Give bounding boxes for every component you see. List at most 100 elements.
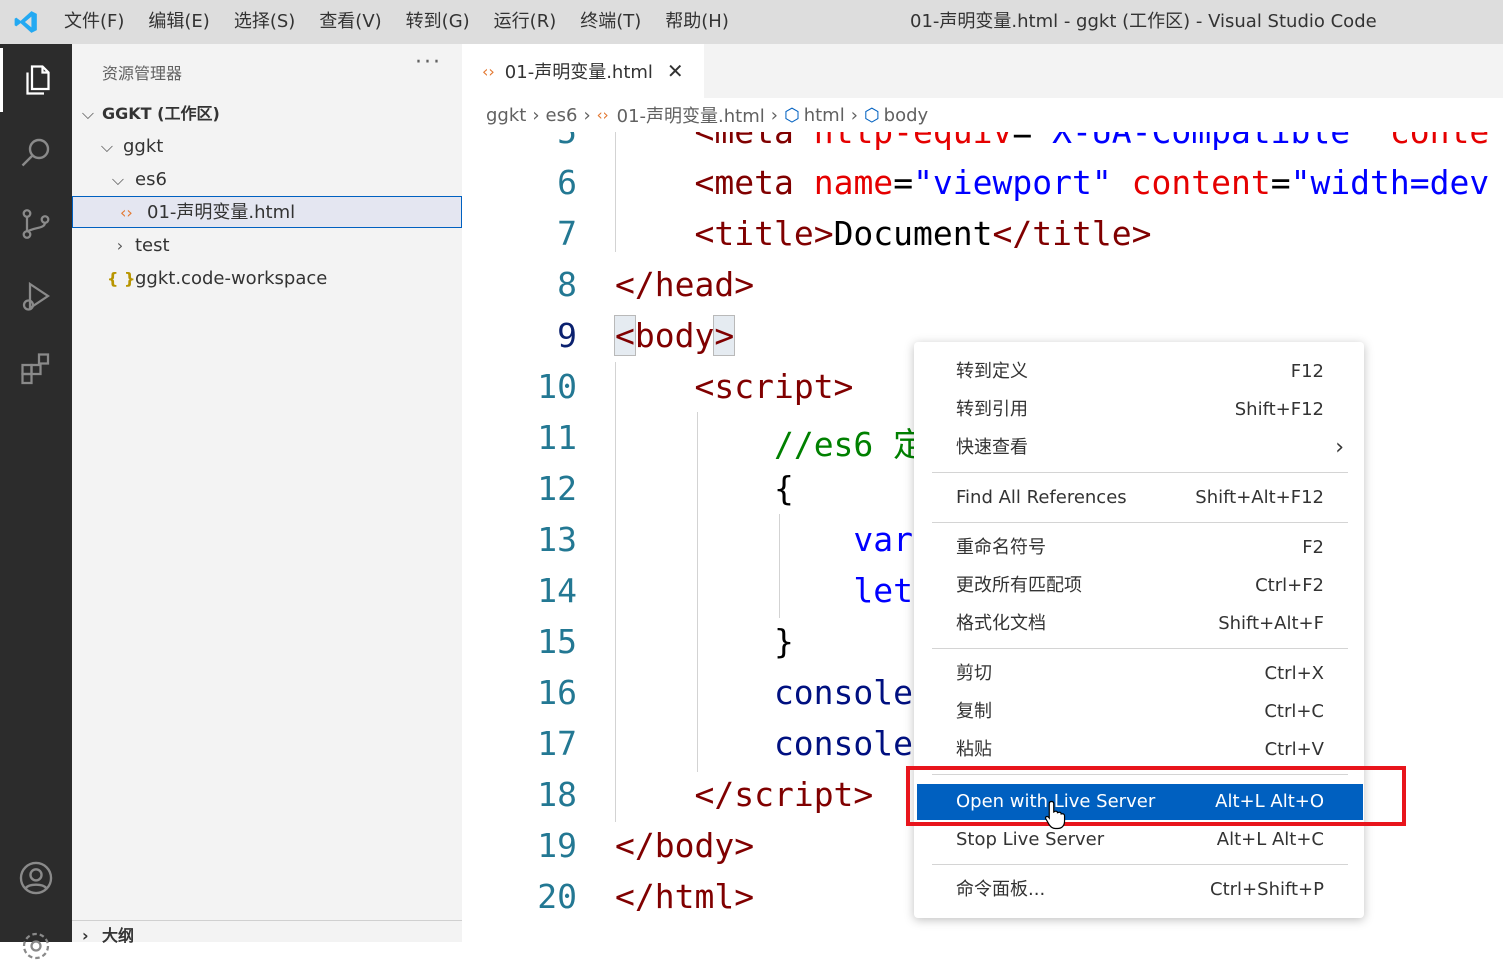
tree-item-test[interactable]: › test — [72, 230, 462, 262]
menu-item-label: Find All References — [956, 487, 1127, 508]
menu-item-label: 命令面板... — [956, 879, 1046, 900]
line-number: 15 — [537, 622, 577, 661]
more-actions-icon[interactable]: ··· — [415, 50, 442, 75]
code-line: <body> — [614, 315, 736, 356]
line-number: 19 — [537, 826, 577, 865]
chevron-right-icon: › — [1335, 435, 1344, 460]
chevron-down-icon: ⌵ — [81, 104, 95, 123]
menu-selection[interactable]: 选择(S) — [222, 0, 307, 44]
tree-item-html-file[interactable]: ‹› 01-声明变量.html — [72, 196, 462, 228]
menu-item-shortcut: Ctrl+C — [1264, 701, 1324, 722]
menu-terminal[interactable]: 终端(T) — [568, 0, 653, 44]
source-control-icon[interactable] — [0, 192, 72, 256]
line-number: 20 — [537, 877, 577, 916]
code-line: console — [615, 724, 914, 763]
line-number: 17 — [537, 724, 577, 763]
menu-edit[interactable]: 编辑(E) — [136, 0, 221, 44]
line-number: 7 — [557, 214, 577, 253]
tree-item-es6[interactable]: ⌵ es6 — [72, 164, 462, 196]
menu-item-label: 重命名符号 — [956, 537, 1046, 558]
menu-item-rename-symbol[interactable]: 重命名符号 F2 — [914, 530, 1364, 566]
menu-item-label: 剪切 — [956, 663, 992, 684]
html-file-icon: ‹› — [482, 61, 495, 81]
chevron-right-icon: › — [583, 104, 591, 126]
html-file-icon: ‹› — [596, 106, 609, 124]
menu-separator — [932, 648, 1348, 649]
settings-gear-icon[interactable] — [0, 914, 72, 978]
menu-help[interactable]: 帮助(H) — [653, 0, 741, 44]
extensions-icon[interactable] — [0, 336, 72, 400]
code-line: <script> — [694, 367, 854, 406]
chevron-down-icon: ⌵ — [111, 170, 125, 189]
menu-item-command-palette[interactable]: 命令面板... Ctrl+Shift+P — [914, 872, 1364, 908]
menu-item-find-all-references[interactable]: Find All References Shift+Alt+F12 — [914, 480, 1364, 516]
tab-label: 01-声明变量.html — [504, 62, 653, 83]
chevron-right-icon: › — [770, 104, 778, 126]
outline-section[interactable]: › 大纲 — [72, 920, 462, 951]
menu-item-format-document[interactable]: 格式化文档 Shift+Alt+F — [914, 606, 1364, 642]
tree-item-label: ggkt.code-workspace — [135, 268, 328, 289]
code-line: </html> — [615, 877, 755, 916]
line-number: 18 — [537, 775, 577, 814]
menu-separator — [932, 472, 1348, 473]
menu-item-peek[interactable]: 快速查看 › — [914, 430, 1364, 466]
tree-item-ggkt[interactable]: ⌵ ggkt — [72, 131, 462, 163]
tree-item-label: test — [135, 235, 170, 256]
close-icon[interactable]: ✕ — [667, 59, 684, 83]
menu-file[interactable]: 文件(F) — [52, 0, 136, 44]
explorer-sidebar: 资源管理器 ··· ⌵ GGKT (工作区) ⌵ ggkt ⌵ es6 ‹› 0… — [72, 44, 462, 945]
menu-run[interactable]: 运行(R) — [482, 0, 569, 44]
tree-item-label: 01-声明变量.html — [147, 202, 296, 223]
hand-cursor-icon — [1044, 800, 1068, 834]
run-debug-icon[interactable] — [0, 264, 72, 328]
element-cube-icon: ⬡ — [863, 104, 880, 126]
workspace-header[interactable]: ⌵ GGKT (工作区) — [72, 98, 462, 130]
line-number: 16 — [537, 673, 577, 712]
line-number: 10 — [537, 367, 577, 406]
menu-go[interactable]: 转到(G) — [394, 0, 482, 44]
menu-item-change-all-occurrences[interactable]: 更改所有匹配项 Ctrl+F2 — [914, 568, 1364, 604]
breadcrumb-item[interactable]: 01-声明变量.html — [617, 102, 765, 128]
menu-item-shortcut: Shift+Alt+F — [1218, 613, 1324, 634]
breadcrumb-item[interactable]: ggkt — [486, 105, 526, 126]
menu-separator — [932, 864, 1348, 865]
explorer-icon[interactable] — [0, 48, 72, 112]
menu-item-paste[interactable]: 粘贴 Ctrl+V — [914, 732, 1364, 768]
code-line: <meta http-equiv="X-UA-Compatible" conte — [615, 132, 1489, 151]
menu-view[interactable]: 查看(V) — [307, 0, 393, 44]
menu-item-copy[interactable]: 复制 Ctrl+C — [914, 694, 1364, 730]
code-line: } — [615, 622, 794, 661]
tree-item-label: es6 — [135, 169, 167, 190]
chevron-right-icon: › — [82, 926, 89, 945]
tree-item-label: ggkt — [123, 136, 164, 157]
menu-item-shortcut: F2 — [1302, 537, 1324, 558]
menu-item-cut[interactable]: 剪切 Ctrl+X — [914, 656, 1364, 692]
tree-item-workspace-file[interactable]: { } ggkt.code-workspace — [72, 263, 462, 295]
menu-item-shortcut: F12 — [1290, 361, 1324, 382]
breadcrumb-item[interactable]: body — [884, 105, 929, 126]
menu-bar: 文件(F) 编辑(E) 选择(S) 查看(V) 转到(G) 运行(R) 终端(T… — [52, 0, 741, 44]
explorer-title: 资源管理器 — [102, 64, 183, 83]
menu-item-go-to-definition[interactable]: 转到定义 F12 — [914, 354, 1364, 390]
code-line: </head> — [615, 265, 755, 304]
menu-separator — [932, 522, 1348, 523]
vscode-logo-icon — [0, 0, 52, 44]
search-icon[interactable] — [0, 120, 72, 184]
breadcrumb-item[interactable]: es6 — [546, 105, 578, 126]
line-number: 11 — [537, 418, 577, 457]
menu-item-label: 转到引用 — [956, 399, 1028, 420]
line-number: 12 — [537, 469, 577, 508]
highlight-annotation-box — [906, 766, 1406, 826]
menu-item-shortcut: Shift+Alt+F12 — [1195, 487, 1324, 508]
menu-item-shortcut: Ctrl+X — [1264, 663, 1324, 684]
line-number: 9 — [557, 316, 577, 355]
breadcrumb-item[interactable]: html — [804, 105, 845, 126]
menu-item-stop-live-server[interactable]: Stop Live Server Alt+L Alt+C — [914, 822, 1364, 858]
menu-item-go-to-references[interactable]: 转到引用 Shift+F12 — [914, 392, 1364, 428]
tab-html-file[interactable]: ‹› 01-声明变量.html ✕ — [462, 44, 704, 98]
account-icon[interactable] — [0, 846, 72, 910]
menu-item-shortcut: Ctrl+Shift+P — [1210, 879, 1324, 900]
menu-item-label: 格式化文档 — [956, 613, 1046, 634]
title-bar: 文件(F) 编辑(E) 选择(S) 查看(V) 转到(G) 运行(R) 终端(T… — [0, 0, 1503, 44]
chevron-down-icon: ⌵ — [100, 137, 114, 156]
